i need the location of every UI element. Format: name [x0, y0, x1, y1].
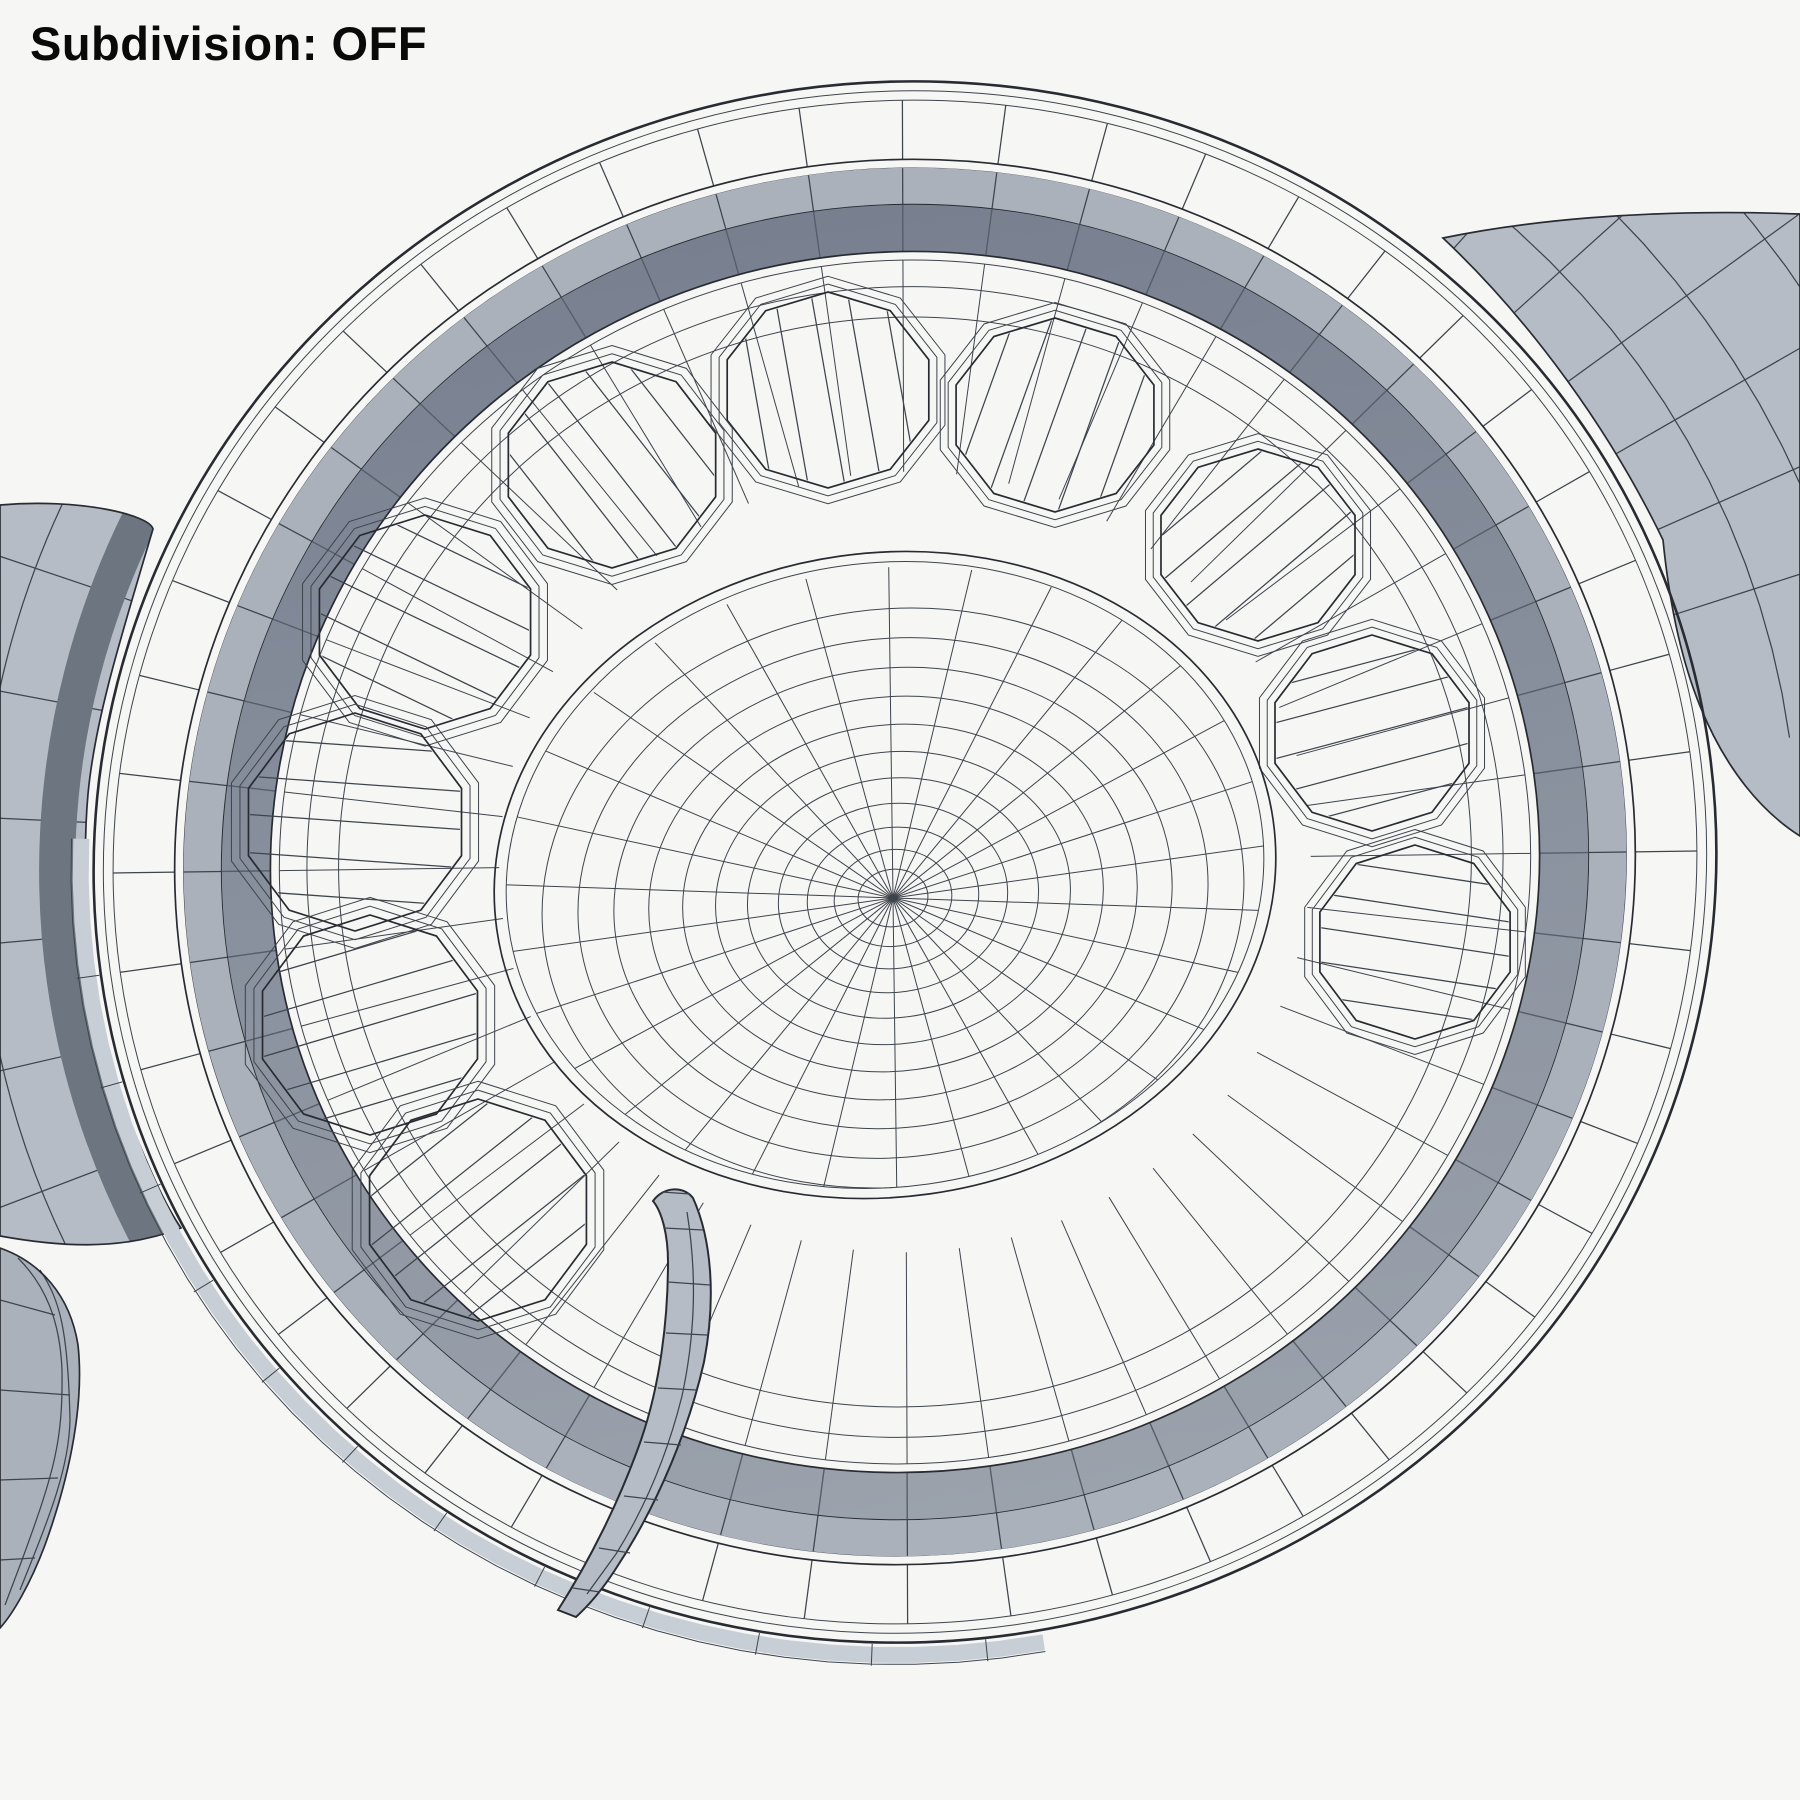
dial-center-disc [451, 502, 1335, 1279]
subdivision-status-label: Subdivision: OFF [30, 16, 427, 71]
phone-body-arm-bottom-left [0, 1248, 80, 1628]
render-viewport: Subdivision: OFF [0, 0, 1800, 1800]
finger-hole [940, 268, 1169, 561]
wireframe-model-rotary-dial [0, 0, 1800, 1800]
finger-hole [711, 248, 945, 532]
